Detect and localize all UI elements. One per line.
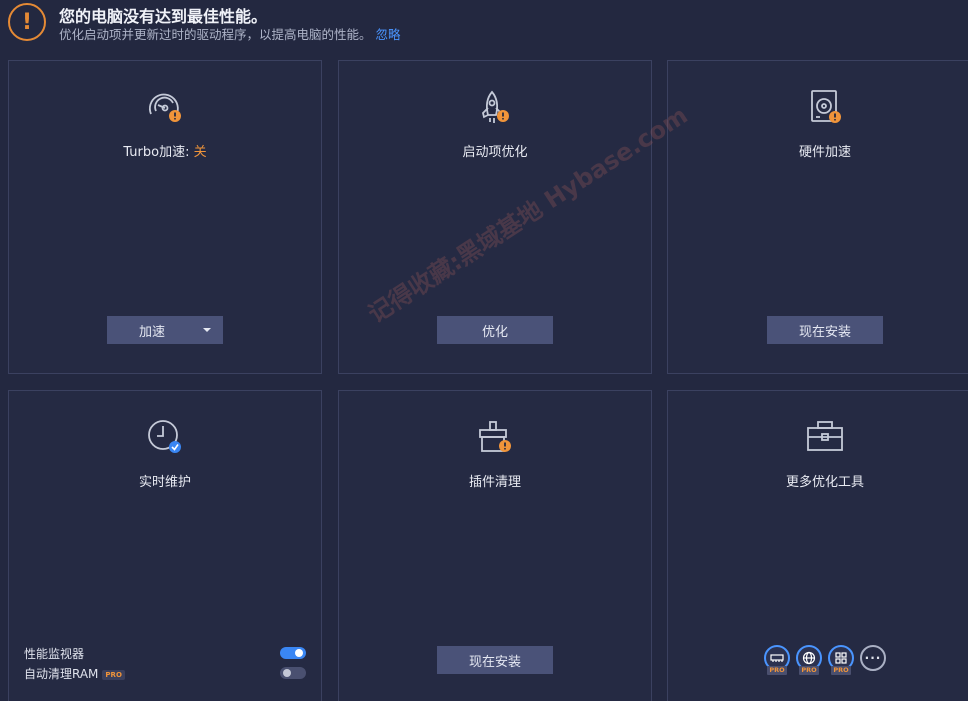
rocket-warning-icon [475,87,515,127]
turbo-status: 关 [193,145,207,160]
more-dots-icon: ··· [860,645,886,671]
apps-tool-button[interactable]: PRO [828,645,854,679]
auto-clean-ram-label: 自动清理RAM PRO [24,665,125,682]
pro-badge: PRO [799,666,819,675]
toggle-knob [283,669,291,677]
toggle-knob [295,649,303,657]
auto-clean-ram-toggle[interactable] [280,667,306,679]
auto-clean-ram-text: 自动清理RAM [24,667,99,681]
tile-realtime: 实时维护 性能监视器 自动清理RAM PRO [8,390,322,701]
plugin-warning-icon [475,417,515,457]
toggle-row-performance-monitor: 性能监视器 [24,644,306,662]
ignore-link[interactable]: 忽略 [376,27,401,42]
boost-button-label: 加速 [138,324,165,340]
clock-check-icon [145,417,185,457]
tile-hardware: 硬件加速 现在安装 [667,60,968,374]
toolbox-icon [805,417,845,457]
pro-badge: PRO [102,669,125,680]
warning-banner: ! 您的电脑没有达到最佳性能。 优化启动项并更新过时的驱动程序，以提高电脑的性能… [0,0,968,52]
tile-turbo: Turbo加速: 关 加速 [8,60,322,374]
more-tools-button[interactable]: ··· [860,645,886,679]
hard-drive-warning-icon [805,87,845,127]
tool-icons-row: PRO PRO PRO ··· [668,645,968,679]
ram-tool-button[interactable]: PRO [764,645,790,679]
toggle-row-auto-clean-ram: 自动清理RAM PRO [24,664,306,682]
install-hardware-button[interactable]: 现在安装 [767,316,883,344]
tile-plugins: 插件清理 现在安装 [338,390,652,701]
exclamation-icon: ! [8,3,46,41]
banner-subtitle: 优化启动项并更新过时的驱动程序，以提高电脑的性能。 忽略 [59,24,401,43]
install-plugins-button[interactable]: 现在安装 [437,646,553,674]
hardware-title: 硬件加速 [798,145,851,160]
boost-button[interactable]: 加速 [107,316,223,344]
performance-monitor-toggle[interactable] [280,647,306,659]
turbo-title: Turbo加速: 关 [9,141,321,160]
plugins-title: 插件清理 [468,475,521,490]
banner-subtitle-text: 优化启动项并更新过时的驱动程序，以提高电脑的性能。 [59,27,372,42]
pro-badge: PRO [767,666,787,675]
realtime-title: 实时维护 [138,475,191,490]
more-tools-title: 更多优化工具 [785,475,864,490]
globe-tool-button[interactable]: PRO [796,645,822,679]
chevron-down-icon[interactable] [203,328,211,332]
optimize-button[interactable]: 优化 [437,316,553,344]
turbo-title-label: Turbo加速: [123,145,194,160]
tile-startup: 启动项优化 优化 [338,60,652,374]
pro-badge: PRO [831,666,851,675]
performance-monitor-label: 性能监视器 [24,647,85,661]
speedometer-warning-icon [145,87,185,127]
tile-more-tools: 更多优化工具 PRO PRO PRO ··· [667,390,968,701]
startup-title: 启动项优化 [462,145,528,160]
